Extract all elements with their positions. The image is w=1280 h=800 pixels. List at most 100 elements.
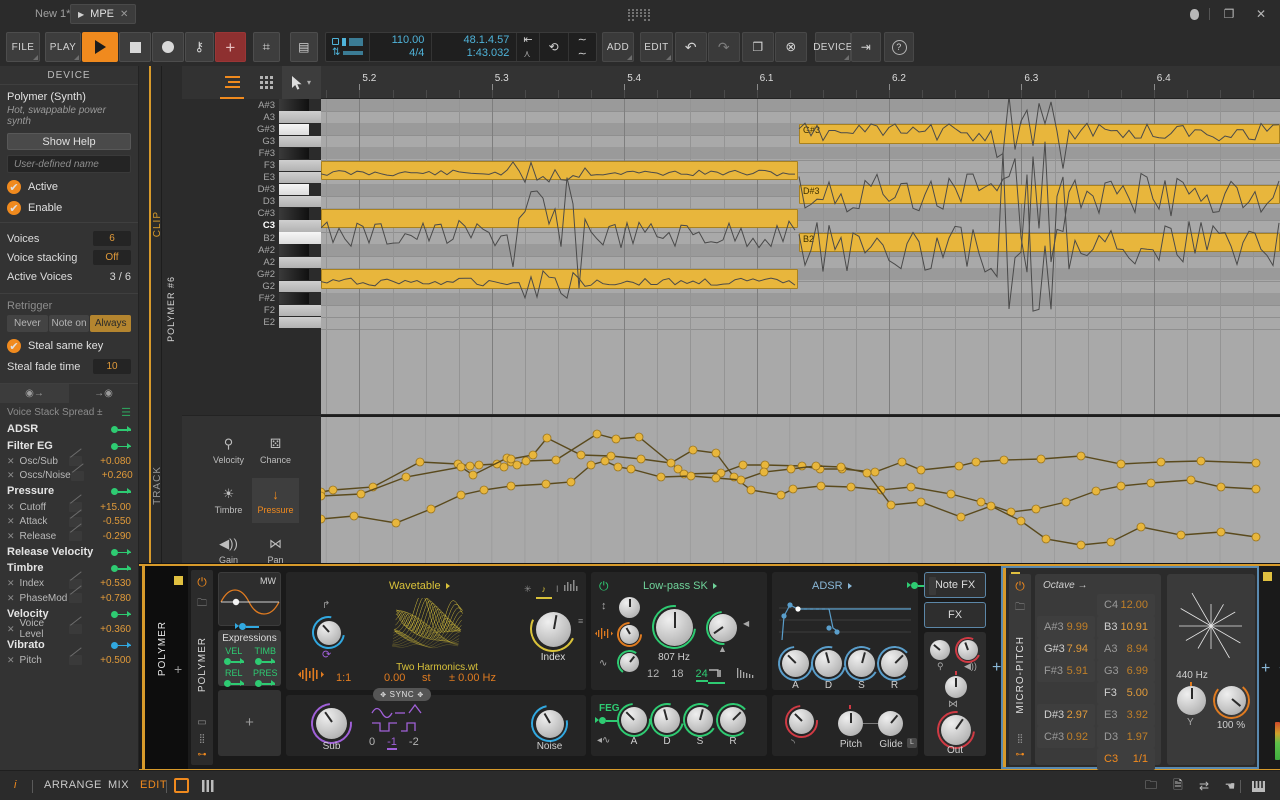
show-help-button[interactable]: Show Help: [7, 133, 131, 150]
expression-breakpoint[interactable]: [689, 446, 697, 454]
expression-breakpoint[interactable]: [635, 433, 643, 441]
micropitch-cell-G3[interactable]: G36.99: [1097, 660, 1155, 682]
detune-value[interactable]: 0.00: [384, 672, 405, 684]
expression-timbre[interactable]: ☀Timbre: [205, 478, 252, 523]
expression-breakpoint[interactable]: [667, 459, 675, 467]
tempo-display[interactable]: 110.00 4/4: [370, 33, 432, 61]
piano-key-As3[interactable]: A#3: [182, 99, 321, 111]
expression-breakpoint[interactable]: [350, 512, 358, 520]
expression-breakpoint[interactable]: [987, 502, 995, 510]
grid-icon[interactable]: ⣿: [199, 733, 206, 744]
add-chain-button[interactable]: +: [992, 659, 1001, 677]
modulation-amount[interactable]: +0.080: [87, 456, 131, 467]
device-panel-button[interactable]: DEVICE: [815, 32, 851, 62]
filter-shape-comb-icon[interactable]: [737, 668, 755, 681]
expression-breakpoint[interactable]: [712, 449, 720, 457]
panel-toggle-button[interactable]: ⇥: [851, 32, 881, 62]
steal-same-key-toggle[interactable]: ✔ Steal same key: [7, 339, 131, 353]
layout-button[interactable]: ▤: [290, 32, 318, 62]
preset-folder-icon[interactable]: 🗀: [197, 596, 207, 613]
power-icon[interactable]: ⏻: [1015, 579, 1025, 594]
expression-breakpoint[interactable]: [466, 462, 474, 470]
expression-breakpoint[interactable]: [657, 473, 665, 481]
expression-breakpoint[interactable]: [1197, 457, 1205, 465]
pitch-knob[interactable]: [838, 711, 863, 736]
remove-icon[interactable]: ✕: [7, 624, 15, 635]
expression-breakpoint[interactable]: [798, 462, 806, 470]
expression-velocity[interactable]: ⚲Velocity: [205, 428, 252, 473]
modulation-amount[interactable]: -0.290: [87, 531, 131, 542]
filter-drive-knob[interactable]: [620, 625, 639, 644]
expression-breakpoint[interactable]: [1032, 505, 1040, 513]
add-device-button[interactable]: +: [174, 661, 182, 677]
modwheel-display[interactable]: MW: [218, 572, 281, 626]
expression-breakpoint[interactable]: [863, 469, 871, 477]
modulation-routing-icon[interactable]: [111, 487, 131, 495]
file-menu-button[interactable]: FILE: [6, 32, 40, 62]
tab-output[interactable]: →◉: [69, 384, 138, 403]
expression-chip-vel[interactable]: VEL: [220, 646, 248, 668]
panel-tab-edit[interactable]: EDIT: [140, 779, 167, 791]
expression-breakpoint[interactable]: [687, 472, 695, 480]
wavetable-type-dropdown[interactable]: Wavetable: [389, 580, 450, 592]
modulator-pressure[interactable]: Pressure: [0, 483, 138, 500]
modulation-target-pitch[interactable]: ✕Pitch+0.500: [0, 653, 138, 668]
glide-knob[interactable]: [878, 711, 903, 736]
modulation-amount[interactable]: +0.530: [87, 578, 131, 589]
pan-knob[interactable]: [945, 676, 967, 698]
adsr-knob-d[interactable]: [815, 650, 842, 677]
expression-breakpoint[interactable]: [513, 461, 521, 469]
expression-breakpoint[interactable]: [552, 456, 560, 464]
micropitch-cell-Fs3[interactable]: F#35.91: [1037, 660, 1095, 682]
piano-key-C3[interactable]: C3: [182, 220, 321, 232]
slope-12[interactable]: 12: [647, 668, 659, 682]
expression-breakpoint[interactable]: [817, 482, 825, 490]
note-grid[interactable]: G#3D#3B2: [321, 99, 1280, 414]
octave-label[interactable]: Octave →: [1043, 580, 1087, 591]
undo-button[interactable]: ↶: [675, 32, 707, 62]
velocity-amount-knob[interactable]: [930, 640, 950, 660]
expression-breakpoint[interactable]: [812, 462, 820, 470]
editor-panel-toggle[interactable]: [174, 778, 189, 793]
expression-breakpoint[interactable]: [457, 463, 465, 471]
expression-breakpoint[interactable]: [887, 501, 895, 509]
piano-key-surface[interactable]: [279, 136, 321, 147]
piano-key-surface[interactable]: [279, 244, 309, 255]
modulation-amount[interactable]: +15.00: [87, 502, 131, 513]
adsr-knob-r[interactable]: [881, 650, 908, 677]
expression-breakpoint[interactable]: [712, 474, 720, 482]
chain-color-swatch[interactable]: [174, 576, 183, 585]
modulator-timbre[interactable]: Timbre: [0, 560, 138, 577]
empty-modulator-slot[interactable]: +: [218, 690, 281, 756]
expression-breakpoint[interactable]: [529, 451, 537, 459]
expression-breakpoint[interactable]: [739, 461, 747, 469]
modulation-routing-icon[interactable]: [111, 610, 131, 618]
curve-icon[interactable]: [71, 471, 84, 481]
maximize-button[interactable]: ❐: [1221, 6, 1237, 22]
help-button[interactable]: ?: [884, 32, 914, 62]
expression-breakpoint[interactable]: [1137, 523, 1145, 531]
piano-keyboard[interactable]: A#3A3G#3G3F#3F3E3D#3D3C#3C3B2A#2A2G#2G2F…: [182, 99, 321, 414]
panel-tab-arrange[interactable]: ARRANGE: [44, 779, 102, 791]
voices-row[interactable]: Voices 6: [7, 229, 131, 248]
modulation-amount[interactable]: +0.780: [87, 593, 131, 604]
wavetable-visualizer[interactable]: [386, 598, 466, 660]
tuning-star-display[interactable]: [1173, 582, 1249, 666]
expression-breakpoint[interactable]: [567, 478, 575, 486]
micropitch-cell-B3[interactable]: B310.91: [1097, 616, 1155, 638]
duplicate-button[interactable]: ❐: [742, 32, 774, 62]
file-icon[interactable]: 🗎: [1170, 778, 1186, 794]
micropitch-cell-Cs3[interactable]: C#30.92: [1037, 726, 1095, 748]
record-button[interactable]: [152, 32, 184, 62]
modulation-target-oscs-noise[interactable]: ✕Oscs/Noise+0.260: [0, 469, 138, 484]
mode-tab-1[interactable]: ♪: [542, 584, 547, 595]
unison-icon[interactable]: [298, 668, 324, 684]
expression-breakpoint[interactable]: [457, 491, 465, 499]
piano-key-surface[interactable]: [279, 305, 321, 316]
micropitch-cell-Ds3[interactable]: D#32.97: [1037, 704, 1095, 726]
piano-key-Fs3[interactable]: F#3: [182, 147, 321, 159]
remove-icon[interactable]: ✕: [7, 516, 15, 527]
amount-value[interactable]: 100 %: [1207, 720, 1255, 731]
modulation-amount[interactable]: +0.360: [87, 624, 131, 635]
piano-key-G3[interactable]: G3: [182, 135, 321, 147]
